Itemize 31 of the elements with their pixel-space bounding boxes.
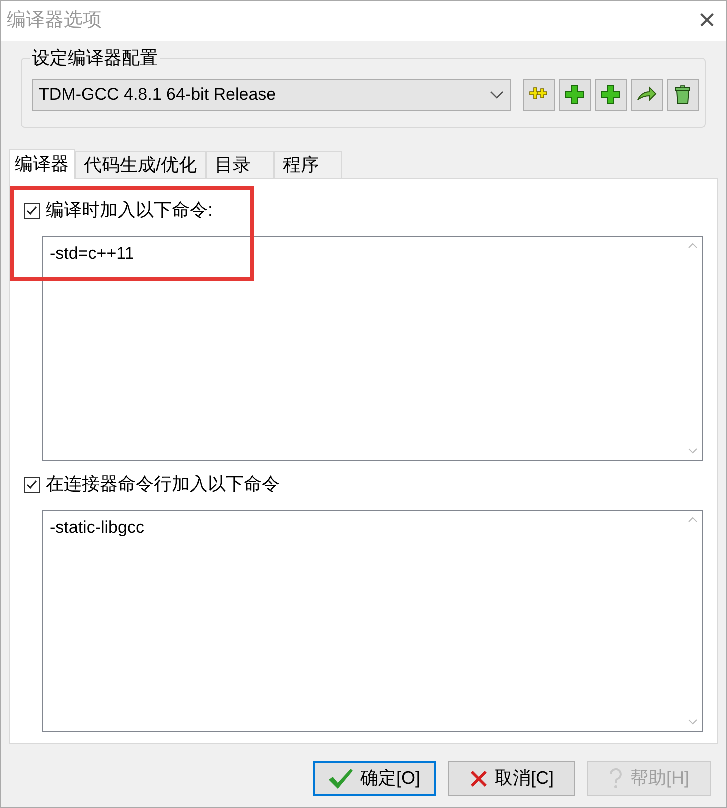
ok-button[interactable]: 确定[O]: [313, 761, 436, 796]
chevron-down-icon[interactable]: [688, 719, 698, 725]
chevron-up-icon[interactable]: [688, 517, 698, 523]
chevron-up-icon[interactable]: [688, 243, 698, 249]
toolbar-button[interactable]: [631, 79, 663, 111]
tab[interactable]: 程序: [274, 151, 342, 178]
group-label: 设定编译器配置: [30, 47, 160, 69]
close-button[interactable]: ×: [698, 6, 716, 36]
chevron-down-icon[interactable]: [688, 448, 698, 454]
check-icon: [328, 768, 354, 790]
checkbox-label: 在连接器命令行加入以下命令: [46, 473, 280, 496]
x-icon: [468, 768, 489, 788]
toolbar-button[interactable]: [559, 79, 591, 111]
plus-icon: [599, 83, 623, 107]
compiler-dropdown[interactable]: TDM-GCC 4.8.1 64-bit Release: [32, 79, 511, 111]
command-text-area[interactable]: -static-libgcc: [42, 510, 703, 732]
window-title: 编译器选项: [7, 8, 102, 33]
question-icon: [608, 768, 624, 790]
command-text-area[interactable]: -std=c++11: [42, 236, 703, 461]
help-button: 帮助[H]: [587, 761, 711, 796]
chevron-down-icon: [490, 91, 504, 99]
checkbox[interactable]: [24, 202, 40, 218]
plus-icon: [563, 83, 587, 107]
cancel-button[interactable]: 取消[C]: [448, 761, 575, 796]
checkbox-label: 编译时加入以下命令:: [46, 199, 214, 222]
tab[interactable]: 代码生成/优化: [75, 151, 206, 178]
tab[interactable]: 目录: [206, 151, 274, 178]
toolbar-button[interactable]: [667, 79, 699, 111]
toolbar-button[interactable]: [595, 79, 627, 111]
checkbox[interactable]: [24, 476, 40, 492]
tab[interactable]: 编译器: [9, 149, 75, 179]
